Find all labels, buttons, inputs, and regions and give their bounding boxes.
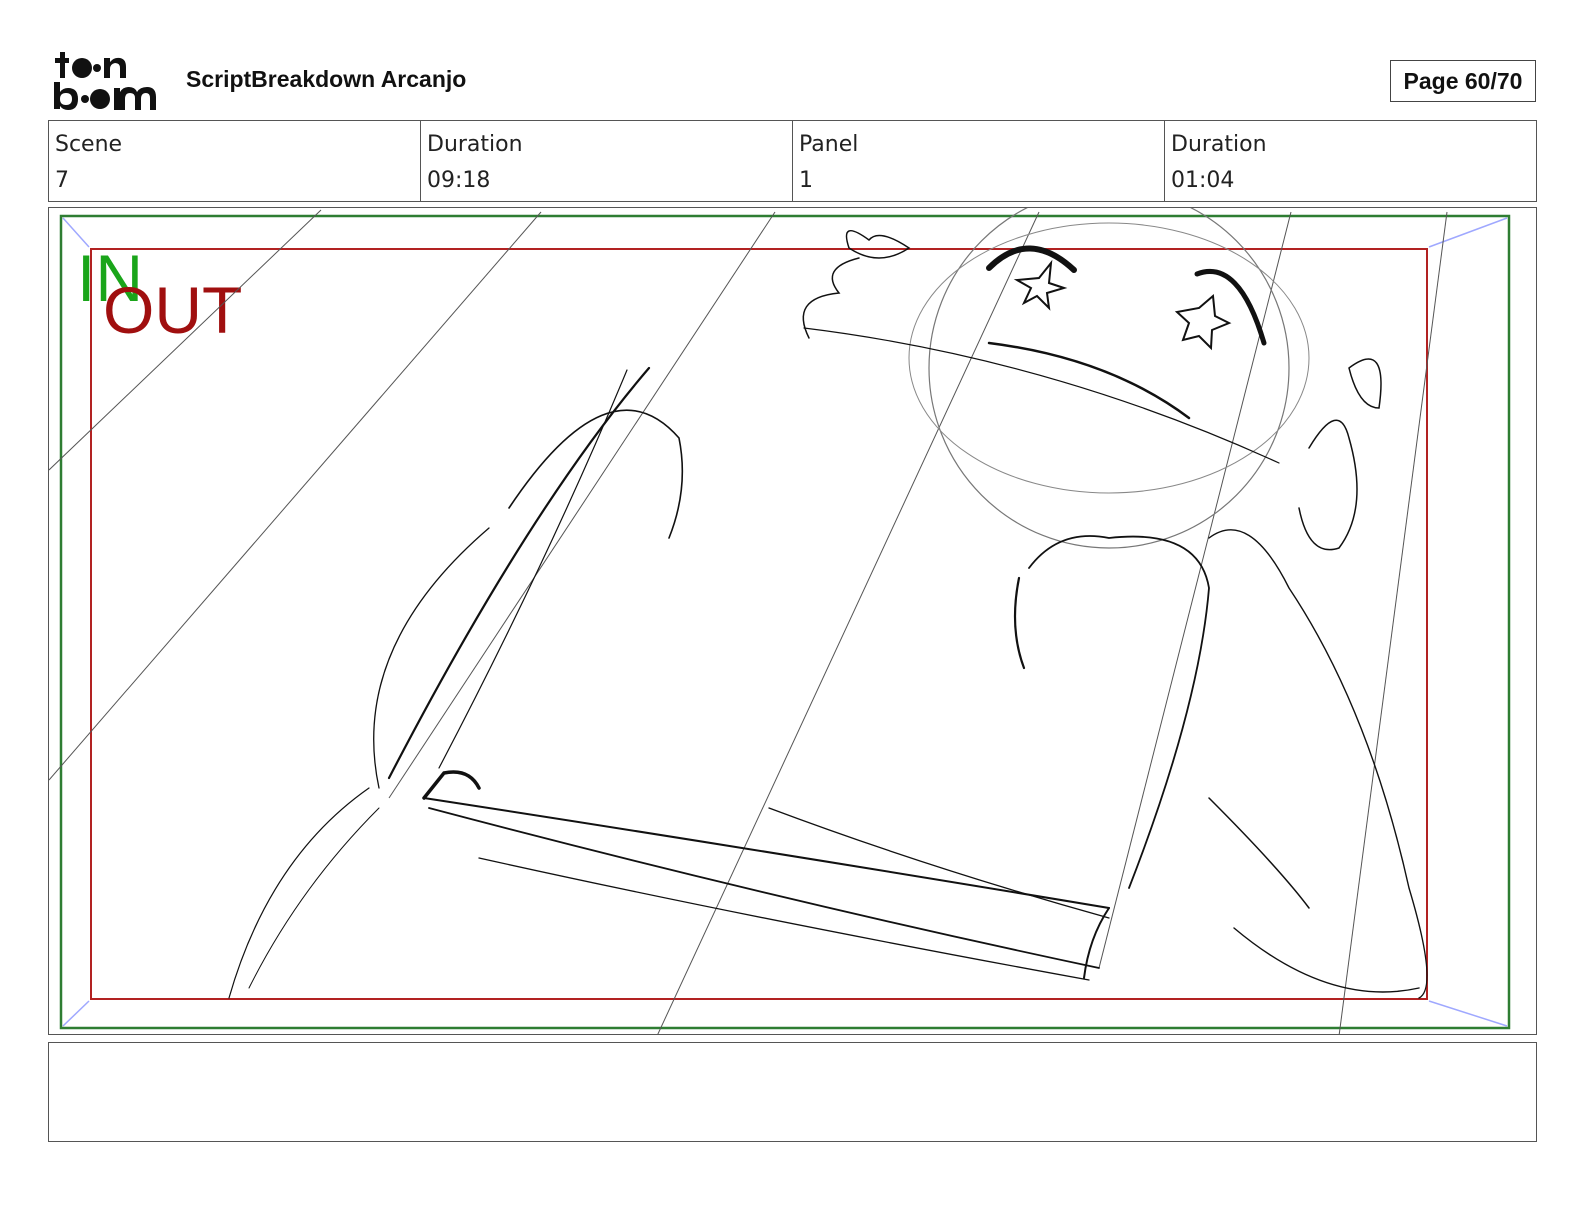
panel-duration-value: 01:04 — [1171, 168, 1235, 193]
document-title: ScriptBreakdown Arcanjo — [186, 66, 467, 92]
panel-sketch: IN OUT — [49, 208, 1511, 1034]
scene-duration-value: 09:18 — [427, 168, 491, 193]
scene-duration-cell: Duration 09:18 — [421, 121, 793, 201]
scene-value: 7 — [55, 168, 69, 193]
scene-label: Scene — [55, 132, 123, 157]
scene-duration-label: Duration — [427, 132, 523, 157]
panel-notes — [48, 1042, 1537, 1142]
panel-cell: Panel 1 — [793, 121, 1165, 201]
storyboard-panel: IN OUT — [48, 207, 1537, 1035]
out-camera-frame — [90, 248, 1428, 1000]
panel-label: Panel — [799, 132, 859, 157]
perspective-lines — [49, 209, 1448, 1034]
scene-info-table: Scene 7 Duration 09:18 Panel 1 Duration … — [48, 120, 1537, 202]
in-camera-frame — [59, 214, 1511, 1030]
panel-value: 1 — [799, 168, 813, 193]
character-sketch — [228, 208, 1428, 999]
page-indicator: Page 60/70 — [1390, 60, 1536, 102]
toonboom-logo — [54, 52, 156, 110]
camera-move-arrows — [62, 217, 1508, 1027]
out-label: OUT — [103, 273, 242, 347]
panel-duration-cell: Duration 01:04 — [1165, 121, 1536, 201]
panel-duration-label: Duration — [1171, 132, 1267, 157]
scene-cell: Scene 7 — [49, 121, 421, 201]
